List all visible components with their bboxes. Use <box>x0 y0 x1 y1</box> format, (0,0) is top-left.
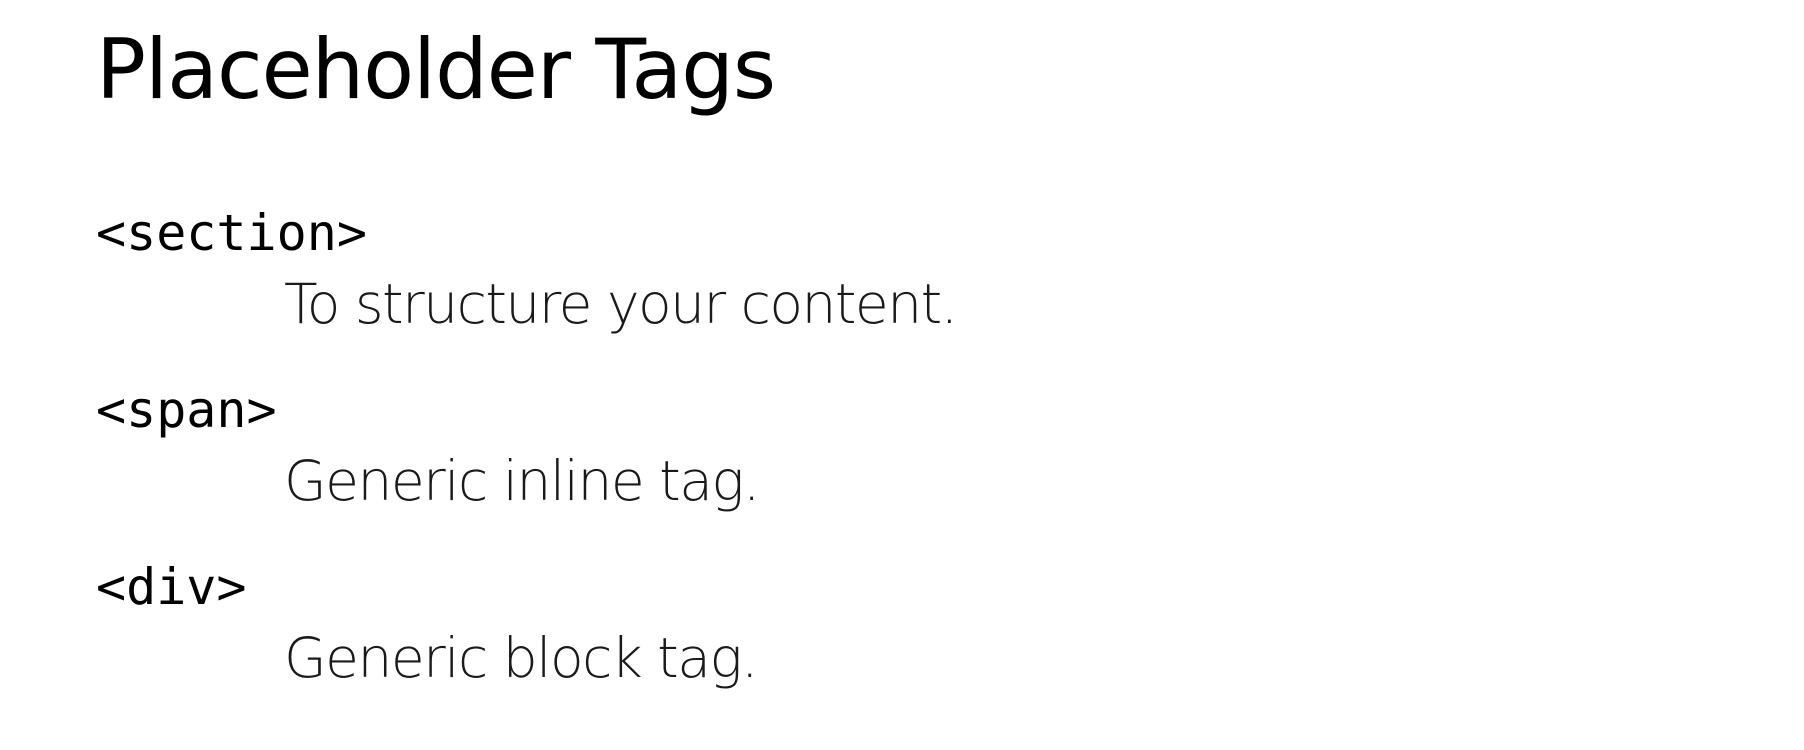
slide: Placeholder Tags <section> To structure … <box>96 0 1804 750</box>
tag-definition-span: Generic inline tag. <box>284 449 760 513</box>
tag-definition-div: Generic block tag. <box>284 626 758 690</box>
tag-definition-list: <section> To structure your content. <sp… <box>96 203 958 698</box>
tag-term-span: <span> <box>96 381 277 439</box>
tag-term-div: <div> <box>96 558 247 616</box>
tag-definition-section: To structure your content. <box>284 272 958 336</box>
slide-title: Placeholder Tags <box>96 21 776 118</box>
tag-term-section: <section> <box>96 204 367 262</box>
